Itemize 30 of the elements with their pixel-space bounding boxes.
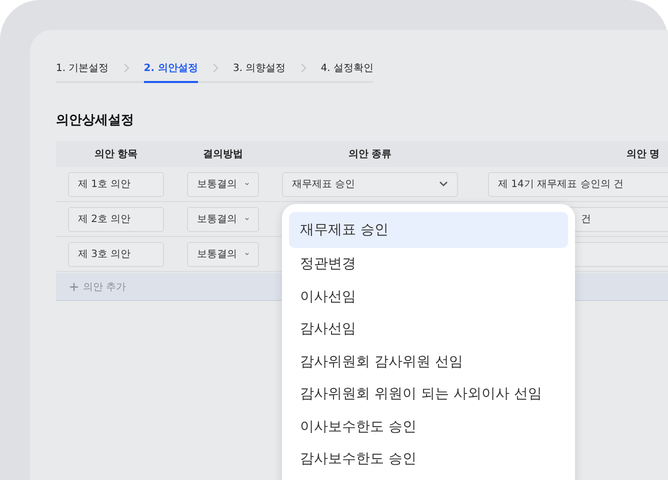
step-tab[interactable]: 1. 기본설정 bbox=[56, 57, 109, 83]
column-header: 결의방법 bbox=[203, 148, 243, 161]
dropdown-option[interactable]: 정관변경 bbox=[289, 248, 568, 280]
select-field[interactable]: 보통결의 bbox=[187, 206, 259, 232]
select-field[interactable]: 보통결의 bbox=[187, 172, 259, 196]
chevron-right-icon bbox=[212, 63, 219, 73]
column-header: 의안 명 bbox=[626, 148, 660, 161]
select-field[interactable]: 재무제표 승인 bbox=[282, 172, 458, 196]
step-tab[interactable]: 3. 의향설정 bbox=[232, 57, 286, 83]
select-field[interactable]: 보통결의 bbox=[187, 242, 259, 266]
dropdown-option[interactable]: 재무제표 승인 bbox=[289, 212, 568, 248]
step-tab[interactable]: 2. 의안설정 bbox=[144, 57, 198, 83]
dropdown-option[interactable]: 감사보수한도 승인 bbox=[289, 443, 568, 476]
chevron-right-icon bbox=[300, 63, 307, 73]
step-tab[interactable]: 4. 설정확인 bbox=[320, 57, 374, 83]
chevron-down-icon bbox=[439, 181, 448, 187]
input-field[interactable]: 제 14기 재무제표 승인의 건 bbox=[488, 172, 668, 196]
chevron-right-icon bbox=[122, 63, 130, 73]
column-header: 의안 항목 bbox=[94, 148, 138, 161]
input-field[interactable]: 제 2호 의안 bbox=[68, 206, 164, 232]
column-header: 의안 종류 bbox=[348, 148, 392, 161]
dropdown-option[interactable]: 감사위원회 감사위원 선임 bbox=[289, 346, 568, 378]
plus-icon bbox=[70, 282, 78, 290]
section-title: 의안상세설정 bbox=[56, 113, 134, 128]
input-field[interactable]: 제 3호 의안 bbox=[68, 242, 164, 266]
dropdown-option[interactable]: 이사선임 bbox=[289, 280, 568, 313]
dropdown-option[interactable]: 감사선임 bbox=[289, 313, 568, 346]
dropdown-option[interactable]: 이사보수한도 승인 bbox=[289, 410, 568, 443]
input-field[interactable]: 제 1호 의안 bbox=[68, 172, 164, 196]
dropdown-option[interactable]: 감사위원회 위원이 되는 사외이사 선임 bbox=[289, 378, 568, 410]
